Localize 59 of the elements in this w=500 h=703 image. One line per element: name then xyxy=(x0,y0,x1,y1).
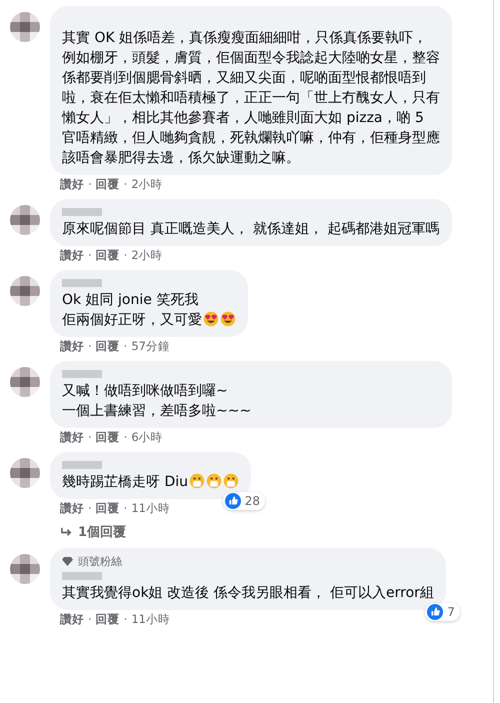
action-link[interactable]: 讚好 xyxy=(60,501,84,516)
action-link[interactable]: 讚好 xyxy=(60,177,84,192)
separator-dot: · xyxy=(88,501,92,516)
avatar-icon[interactable] xyxy=(10,367,40,397)
action-link[interactable]: 讚好 xyxy=(60,430,84,445)
heart-eyes-emoji-icon xyxy=(220,311,236,327)
avatar-icon[interactable] xyxy=(10,554,40,584)
mask-emoji-icon xyxy=(206,473,222,489)
view-replies-link[interactable]: 1個回覆 xyxy=(78,523,126,541)
comment-text: 又喊！做唔到咪做唔到囉~ xyxy=(62,383,228,399)
avatar-icon[interactable] xyxy=(10,276,40,306)
action-link[interactable]: 讚好 xyxy=(60,339,84,354)
reply-arrow-icon xyxy=(60,526,73,538)
like-count: 7 xyxy=(447,605,455,619)
avatar-icon[interactable] xyxy=(10,12,40,42)
separator-dot: · xyxy=(124,501,128,516)
action-link[interactable]: 回覆 xyxy=(96,177,120,192)
comment-text: 其實 OK 姐係唔差，真係瘦瘦面細細咁，只係真係要執吓，例如棚牙，頭髮，膚質，佢個面型令我諗起大陸啲女星，整容係都要削到個腮骨斜晒，又細又尖面，呢啲面型恨都恨唔到啦，衰在佢太懶和唔積極了，正正一句「世上冇醜女人，只有懶女人」，相比其他參賽者，人哋雖則面大如 pizza，啲 5 官唔精緻，但人哋夠貪靚，死執爛執吖嘛，仲有，佢種身型應該唔會暴肥得去邊，係欠缺運動之嘛。 xyxy=(62,30,440,166)
separator-dot: · xyxy=(124,339,128,354)
separator-dot: · xyxy=(88,430,92,445)
separator-dot: · xyxy=(124,612,128,627)
action-link[interactable]: 回覆 xyxy=(96,430,120,445)
like-count-badge[interactable]: 28 xyxy=(222,492,265,510)
mask-emoji-icon xyxy=(223,473,239,489)
thumbs-up-icon xyxy=(427,604,444,620)
timestamp: 2小時 xyxy=(131,177,163,192)
avatar-icon[interactable] xyxy=(10,205,40,235)
heart-eyes-emoji-icon xyxy=(203,311,219,327)
action-link[interactable]: 讚好 xyxy=(60,248,84,263)
separator-dot: · xyxy=(88,339,92,354)
action-link[interactable]: 回覆 xyxy=(96,248,120,263)
separator-dot: · xyxy=(88,248,92,263)
timestamp: 57分鐘 xyxy=(131,339,170,354)
comment-text: 幾時踢芷橋走呀 Diu xyxy=(62,474,188,490)
separator-dot: · xyxy=(124,248,128,263)
timestamp: 11小時 xyxy=(131,501,170,516)
action-link[interactable]: 回覆 xyxy=(96,501,120,516)
like-count-badge[interactable]: 7 xyxy=(425,603,460,621)
separator-dot: · xyxy=(88,177,92,192)
timestamp: 6小時 xyxy=(131,430,163,445)
timestamp: 2小時 xyxy=(131,248,163,263)
comment-text: Ok 姐同 jonie 笑死我 xyxy=(62,292,198,308)
thumbs-up-icon xyxy=(224,493,241,509)
separator-dot: · xyxy=(124,430,128,445)
diamond-icon xyxy=(62,557,73,566)
action-link[interactable]: 回覆 xyxy=(96,339,120,354)
separator-dot: · xyxy=(124,177,128,192)
comment-text: 原來呢個節目 真正嘅造美人， 就係達姐， 起碼都港姐冠軍嗎 xyxy=(62,221,440,237)
timestamp: 11小時 xyxy=(131,612,170,627)
avatar-icon[interactable] xyxy=(10,458,40,488)
action-link[interactable]: 回覆 xyxy=(96,612,120,627)
fan-badge-label: 頭號粉絲 xyxy=(78,554,122,569)
comment-text: 其實我覺得ok姐 改造後 係令我另眼相看， 佢可以入error組 xyxy=(62,585,434,601)
mask-emoji-icon xyxy=(189,473,205,489)
comment-text: 佢兩個好正呀，又可愛 xyxy=(62,312,202,328)
action-link[interactable]: 讚好 xyxy=(60,612,84,627)
like-count: 28 xyxy=(244,494,260,508)
comment-text: 一個上書練習，差唔多啦~~~ xyxy=(62,403,252,419)
separator-dot: · xyxy=(88,612,92,627)
